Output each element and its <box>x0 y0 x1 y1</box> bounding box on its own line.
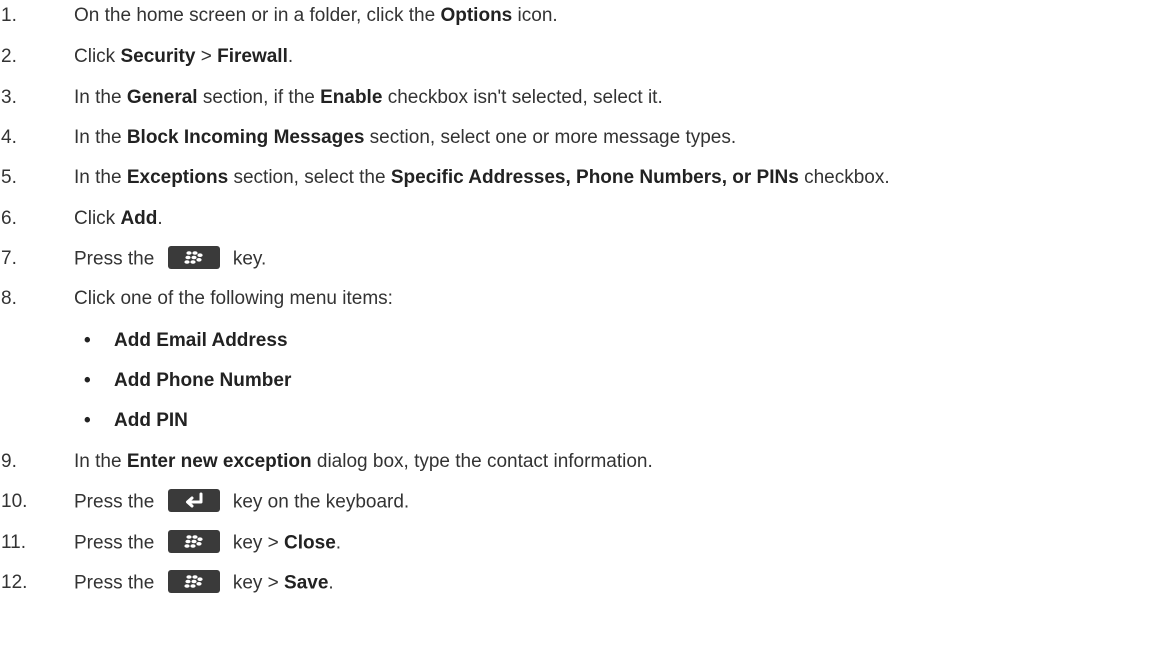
text-segment: Press the <box>74 532 160 554</box>
text-segment: checkbox. <box>798 167 890 188</box>
text-segment: Press the <box>74 491 160 513</box>
ui-term: Firewall <box>217 46 288 67</box>
text-segment: icon. <box>512 5 558 26</box>
step-text: Click Add. <box>74 208 163 230</box>
ui-term: Close <box>284 532 336 554</box>
step-text: Press the key on the keyboard. <box>74 488 410 514</box>
enter-key-icon <box>167 488 220 512</box>
text-segment: > <box>195 46 218 67</box>
text-segment: . <box>328 572 334 594</box>
text-segment: Press the <box>74 572 160 594</box>
step-text: Press the key > Close. <box>74 529 342 555</box>
ui-term: Block Incoming Messages <box>126 127 365 148</box>
text-segment: In the <box>74 87 127 108</box>
step-text: Press the key > Save. <box>74 569 334 595</box>
text-segment: key > <box>227 572 285 594</box>
text-segment: On the home screen or in a folder, click… <box>74 5 441 26</box>
menu-item-label: Add Phone Number <box>114 370 292 391</box>
ui-term: Enter new exception <box>126 451 312 472</box>
text-segment: In the <box>74 127 127 148</box>
step-number: 1. <box>1 5 17 26</box>
ui-term: Save <box>284 572 329 594</box>
text-segment: checkbox isn't selected, select it. <box>382 87 663 108</box>
step-number: 6. <box>1 208 17 229</box>
ui-term: Add <box>120 208 158 229</box>
text-segment: section, select the <box>228 167 391 188</box>
ui-term: Exceptions <box>126 167 229 188</box>
step-text: Click Security > Firewall. <box>74 46 293 68</box>
step-number: 10. <box>1 491 28 512</box>
ui-term: Security <box>120 46 196 67</box>
bullet-icon: • <box>84 410 91 431</box>
text-segment: In the <box>74 451 127 472</box>
step-number: 4. <box>1 127 17 148</box>
blackberry-menu-key-icon <box>167 529 220 553</box>
text-segment: . <box>335 532 342 554</box>
step-number: 2. <box>1 46 17 67</box>
step-text: On the home screen or in a folder, click… <box>74 5 558 27</box>
step-number: 3. <box>1 87 17 108</box>
text-segment: section, select one or more message type… <box>364 127 737 148</box>
bullet-icon: • <box>84 370 91 391</box>
text-segment: In the <box>74 167 127 188</box>
blackberry-menu-key-icon <box>167 245 220 269</box>
ui-term: Options <box>440 5 513 26</box>
text-segment: Press the <box>74 248 160 270</box>
text-segment: key > <box>227 532 285 554</box>
text-segment: dialog box, type the contact information… <box>311 451 653 472</box>
step-text: In the Enter new exception dialog box, t… <box>74 451 653 473</box>
ui-term: General <box>126 87 198 108</box>
step-text: Click one of the following menu items: <box>74 288 393 310</box>
step-text: In the General section, if the Enable ch… <box>74 87 663 109</box>
step-number: 11. <box>1 532 27 553</box>
step-number: 12. <box>1 572 28 593</box>
blackberry-menu-key-icon <box>167 569 220 593</box>
bullet-icon: • <box>84 330 91 351</box>
menu-item-label: Add Email Address <box>114 330 288 351</box>
text-segment: Click <box>74 46 121 67</box>
text-segment: key on the keyboard. <box>227 491 410 513</box>
text-segment: Click <box>74 208 121 229</box>
text-segment: . <box>157 208 163 229</box>
step-number: 9. <box>1 451 17 472</box>
text-segment: section, if the <box>197 87 321 108</box>
step-number: 5. <box>1 167 17 188</box>
text-segment: key. <box>227 248 267 270</box>
text-segment: . <box>287 46 294 67</box>
step-text: In the Exceptions section, select the Sp… <box>74 167 890 189</box>
menu-item-label: Add PIN <box>114 410 188 431</box>
step-text: Press the key. <box>74 245 267 271</box>
text-segment: Click one of the following menu items: <box>74 288 393 309</box>
ui-term: Enable <box>320 87 383 108</box>
ui-term: Specific Addresses, Phone Numbers, or PI… <box>390 167 799 188</box>
step-number: 7. <box>1 248 17 269</box>
step-text: In the Block Incoming Messages section, … <box>74 127 736 149</box>
step-number: 8. <box>1 288 17 309</box>
